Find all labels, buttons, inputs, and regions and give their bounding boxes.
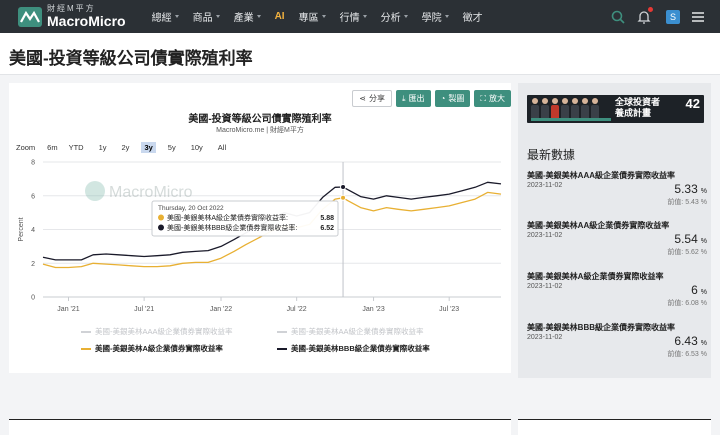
zoom-10y-button[interactable]: 10y: [188, 142, 206, 153]
chevron-down-icon: [362, 15, 367, 18]
y-tick-label: 6: [31, 193, 35, 200]
search-icon[interactable]: [610, 9, 626, 25]
tooltip-marker: [158, 214, 164, 221]
main-menu: 總經 商品 產業 AI 專區 行情 分析 學院 徵才: [152, 9, 497, 24]
x-tick-label: Jul '21: [134, 306, 154, 313]
export-button[interactable]: ⤓ 匯出: [396, 90, 431, 107]
zoom-3y-button[interactable]: 3y: [141, 142, 156, 153]
x-tick-label: Jul '23: [439, 306, 459, 313]
promo-number: 42: [685, 96, 700, 111]
chart-legend: 美國-美銀美林AAA級企業債券實際收益率 美國-美銀美林AA級企業債券實際收益率…: [81, 326, 481, 360]
logo[interactable]: 財經M平方 MacroMicro: [18, 5, 126, 28]
avatar[interactable]: S: [666, 9, 680, 24]
next-sidebar-card-edge: [518, 419, 711, 435]
chevron-down-icon: [321, 15, 326, 18]
x-tick-label: Jan '22: [210, 306, 232, 313]
sidebar: 全球投資者 養成計畫 42 最新數據 美國-美銀美林AAA級企業債券實際收益率 …: [518, 83, 711, 378]
y-tick-label: 2: [31, 261, 35, 268]
chart-card: 0 2 4 6 8 Jan '21 Jul '21 Jan '22 Jul '22 Jan '23…: [9, 83, 511, 373]
menu-item-commodity[interactable]: 商品: [193, 9, 220, 24]
stat-item-bbb[interactable]: 美國-美銀美林BBB級企業債券實際收益率 2023-11-02 6.43% 前值…: [527, 322, 707, 358]
x-tick-label: Jul '22: [287, 306, 307, 313]
promo-strip: [531, 118, 611, 121]
expand-icon: ⛶: [480, 93, 486, 103]
notification-badge: [648, 6, 653, 12]
y-tick-label: 4: [31, 227, 35, 234]
zoom-label: Zoom: [16, 143, 36, 152]
legend-swatch: [277, 347, 287, 350]
logo-cn: 財經M平方: [47, 4, 96, 13]
menu-item-quotes[interactable]: 行情: [340, 9, 367, 24]
tooltip-label: 美國-美銀美林A級企業債券實際收益率:: [167, 213, 288, 222]
zoom-1y-button[interactable]: 1y: [96, 142, 110, 153]
zoom-2y-button[interactable]: 2y: [119, 142, 133, 153]
tooltip-label: 美國-美銀美林BBB級企業債券實際收益率:: [167, 223, 297, 232]
promo-people-illustration: [531, 98, 601, 120]
promo-text: 全球投資者 養成計畫: [615, 97, 661, 118]
menu-item-industry[interactable]: 產業: [234, 9, 261, 24]
menu-item-analysis[interactable]: 分析: [381, 9, 408, 24]
stat-item-aaa[interactable]: 美國-美銀美林AAA級企業債券實際收益率 2023-11-02 5.33% 前值…: [527, 170, 707, 206]
legend-swatch: [81, 330, 91, 333]
crosshair-point: [340, 183, 347, 190]
chevron-down-icon: [403, 15, 408, 18]
chevron-down-icon: [256, 15, 261, 18]
crosshair-point: [340, 194, 347, 201]
tooltip-marker: [158, 224, 164, 231]
menu-item-zone[interactable]: 專區: [299, 9, 326, 24]
tooltip-value: 5.88: [320, 215, 334, 222]
x-tick-label: Jan '23: [362, 306, 384, 313]
enlarge-button[interactable]: ⛶ 放大: [474, 90, 511, 107]
chevron-down-icon: [215, 15, 220, 18]
promo-banner[interactable]: 全球投資者 養成計畫 42: [527, 95, 704, 123]
zoom-selector: Zoom 6m YTD 1y 2y 3y 5y 10y All: [16, 142, 229, 153]
tooltip-date: Thursday, 20 Oct 2022: [158, 205, 224, 212]
legend-item-a[interactable]: 美國-美銀美林A級企業債券實際收益率: [81, 343, 277, 354]
stat-item-a[interactable]: 美國-美銀美林A級企業債券實際收益率 2023-11-02 6% 前值: 6.0…: [527, 271, 707, 307]
make-chart-button[interactable]: ◔ 製圖: [434, 90, 471, 107]
watermark-text: MacroMicro: [109, 184, 193, 201]
watermark-logo-icon: [85, 181, 105, 201]
zoom-all-button[interactable]: All: [215, 142, 229, 153]
y-tick-label: 8: [31, 160, 35, 167]
y-tick-label: 0: [31, 295, 35, 302]
zoom-6m-button[interactable]: 6m: [44, 142, 60, 153]
top-navbar: 財經M平方 MacroMicro 總經 商品 產業 AI 專區 行情 分析 學院…: [0, 0, 720, 33]
page-title: 美國-投資等級公司債實際殖利率: [9, 49, 253, 68]
next-card-edge: [9, 419, 511, 435]
legend-item-bbb[interactable]: 美國-美銀美林BBB級企業債券實際收益率: [277, 343, 473, 354]
stat-item-aa[interactable]: 美國-美銀美林AA級企業債券實際收益率 2023-11-02 5.54% 前值:…: [527, 220, 707, 256]
legend-swatch: [81, 347, 91, 350]
logo-en: MacroMicro: [47, 13, 126, 29]
menu-item-ai[interactable]: AI: [275, 9, 285, 24]
title-bar: 美國-投資等級公司債實際殖利率: [0, 33, 720, 75]
watermark: MacroMicro: [85, 181, 193, 201]
x-tick-label: Jan '21: [57, 306, 79, 313]
share-button[interactable]: ⋖ 分享: [352, 90, 392, 107]
chevron-down-icon: [174, 15, 179, 18]
chart-subtitle: MacroMicro.me | 財經M平方: [216, 127, 304, 134]
download-icon: ⤓: [402, 93, 406, 103]
y-axis-title: Percent: [18, 217, 25, 241]
legend-item-aaa[interactable]: 美國-美銀美林AAA級企業債券實際收益率: [81, 326, 277, 337]
legend-item-aa[interactable]: 美國-美銀美林AA級企業債券實際收益率: [277, 326, 473, 337]
tooltip-value: 6.52: [320, 225, 334, 232]
share-icon: ⋖: [359, 94, 366, 103]
notification-bell[interactable]: [636, 6, 653, 25]
menu-item-academy[interactable]: 學院: [422, 9, 449, 24]
legend-swatch: [277, 330, 287, 333]
zoom-5y-button[interactable]: 5y: [165, 142, 179, 153]
menu-item-macro[interactable]: 總經: [152, 9, 179, 24]
chevron-down-icon: [444, 15, 449, 18]
chart-title: 美國-投資等級公司債實際殖利率: [188, 114, 332, 125]
chart-toolbar: ⋖ 分享 ⤓ 匯出 ◔ 製圖 ⛶ 放大: [348, 90, 511, 107]
chart-icon: ◔: [440, 94, 446, 103]
latest-data-title: 最新數據: [527, 148, 576, 162]
menu-item-jobs[interactable]: 徵才: [463, 9, 483, 24]
hamburger-menu-icon[interactable]: [690, 9, 706, 25]
zoom-ytd-button[interactable]: YTD: [66, 142, 87, 153]
logo-mark-icon: [18, 6, 42, 27]
